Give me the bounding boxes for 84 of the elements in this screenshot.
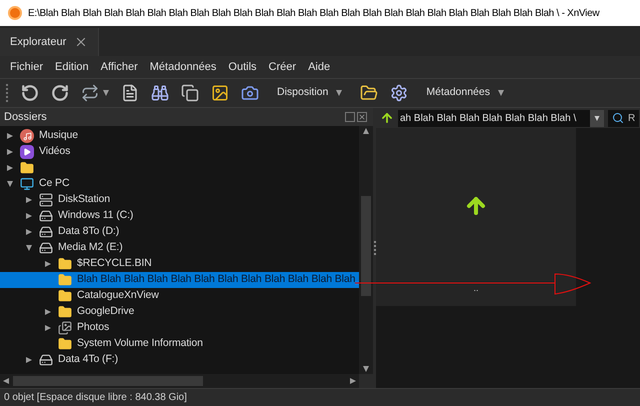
path-field[interactable]: ah Blah Blah Blah Blah Blah Blah Blah \ xyxy=(398,110,604,126)
expand-arrow-icon[interactable] xyxy=(45,325,51,331)
expand-arrow-icon[interactable] xyxy=(26,197,32,203)
window-title: E:\Blah Blah Blah Blah Blah Blah Blah Blah Blah Blah Blah Blah Blah Blah Blah Blah Blah Blah Blah Blah Blah Blah Blah Blah \ - XnView xyxy=(28,6,600,20)
caret-icon xyxy=(594,116,600,120)
expand-arrow-icon[interactable] xyxy=(45,261,51,267)
scroll-left-icon[interactable] xyxy=(3,378,9,384)
tree-item[interactable]: DiskStation xyxy=(0,192,359,208)
camera-icon[interactable] xyxy=(241,84,259,102)
menu-item[interactable]: Afficher xyxy=(100,58,138,76)
tree-item[interactable]: Data 8To (D:) xyxy=(0,224,359,240)
drive-icon xyxy=(39,209,53,223)
caret-icon xyxy=(498,90,504,96)
folder-icon xyxy=(20,161,34,175)
dropdown-button[interactable] xyxy=(590,110,604,126)
up-arrow-icon[interactable] xyxy=(380,111,394,125)
tree-item[interactable]: CatalogueXnView xyxy=(0,288,359,304)
menu-item[interactable]: Edition xyxy=(55,58,89,76)
tree-item[interactable]: Data 4To (F:) xyxy=(0,352,359,368)
menu-item[interactable]: Créer xyxy=(268,58,296,76)
image-icon[interactable] xyxy=(211,84,229,102)
music-icon xyxy=(20,129,34,143)
menu-item[interactable]: Métadonnées xyxy=(150,58,216,76)
folder-icon xyxy=(58,273,72,287)
folder-icon xyxy=(58,337,72,351)
tree-item[interactable]: GoogleDrive xyxy=(0,304,359,320)
expand-arrow-icon[interactable] xyxy=(7,149,13,155)
float-icon[interactable] xyxy=(345,112,355,122)
caret-icon xyxy=(336,90,342,96)
status-text: 0 objet [Espace disque libre : 840.38 Gio] xyxy=(4,391,187,405)
scrollbar[interactable] xyxy=(359,126,373,374)
toolbar-grip-icon xyxy=(6,84,9,102)
copy-icon[interactable] xyxy=(181,84,199,102)
tab[interactable]: Explorateur xyxy=(0,28,100,56)
monitor-icon xyxy=(20,177,34,191)
menu-item[interactable]: Fichier xyxy=(10,58,44,76)
expand-arrow-icon[interactable] xyxy=(45,309,51,315)
transform-icon[interactable] xyxy=(81,84,109,102)
tree-item[interactable]: Blah Blah Blah Blah Blah Blah Blah Blah Blah Blah Blah Blah xyxy=(0,272,359,288)
document-icon[interactable] xyxy=(121,84,139,102)
drive-icon xyxy=(39,225,53,239)
dropdown-button[interactable]: Métadonnées xyxy=(420,85,510,101)
menu-item[interactable]: Aide xyxy=(308,58,330,76)
expand-arrow-icon[interactable] xyxy=(26,213,32,219)
expand-arrow-icon[interactable] xyxy=(7,165,13,171)
caret-icon xyxy=(103,90,109,96)
scroll-right-icon[interactable] xyxy=(350,378,356,384)
tree-item[interactable]: Vidéos xyxy=(0,144,359,160)
tree-item[interactable]: Windows 11 (C:) xyxy=(0,208,359,224)
collapse-arrow-icon[interactable] xyxy=(7,181,13,187)
dropdown-button[interactable]: Disposition xyxy=(271,85,348,101)
folder-icon[interactable] xyxy=(360,84,378,102)
expand-arrow-icon[interactable] xyxy=(7,133,13,139)
tree-item[interactable]: $RECYCLE.BIN xyxy=(0,256,359,272)
rotate-right-icon[interactable] xyxy=(51,84,69,102)
scroll-down-icon[interactable] xyxy=(363,366,369,372)
settings-icon[interactable] xyxy=(390,84,408,102)
search-field[interactable]: R xyxy=(608,110,640,126)
tree-item[interactable]: Ce PC xyxy=(0,176,359,192)
panel-title: Dossiers xyxy=(4,110,47,125)
search-icon xyxy=(612,112,624,124)
collapse-arrow-icon[interactable] xyxy=(26,245,32,251)
tree-item[interactable]: Musique xyxy=(0,128,359,144)
tree-item[interactable]: System Volume Information xyxy=(0,336,359,352)
drive-icon xyxy=(39,241,53,255)
horizontal-scrollbar[interactable] xyxy=(0,374,359,388)
menu-item[interactable]: Outils xyxy=(228,58,257,76)
tree-item[interactable]: Media M2 (E:) xyxy=(0,240,359,256)
photos-icon xyxy=(58,321,72,335)
drive-icon xyxy=(39,353,53,367)
folder-icon xyxy=(58,305,72,319)
scroll-up-icon[interactable] xyxy=(363,128,369,134)
tree-item[interactable]: Photos xyxy=(0,320,359,336)
parent-folder-item[interactable]: .. xyxy=(464,194,488,293)
expand-arrow-icon[interactable] xyxy=(26,357,32,363)
close-icon[interactable] xyxy=(357,112,367,122)
folder-icon xyxy=(58,289,72,303)
binoculars-icon[interactable] xyxy=(151,84,169,102)
app-logo-icon xyxy=(8,6,22,20)
folder-icon xyxy=(58,257,72,271)
rotate-left-icon[interactable] xyxy=(21,84,39,102)
server-icon xyxy=(39,193,53,207)
video-icon xyxy=(20,145,34,159)
expand-arrow-icon[interactable] xyxy=(26,229,32,235)
